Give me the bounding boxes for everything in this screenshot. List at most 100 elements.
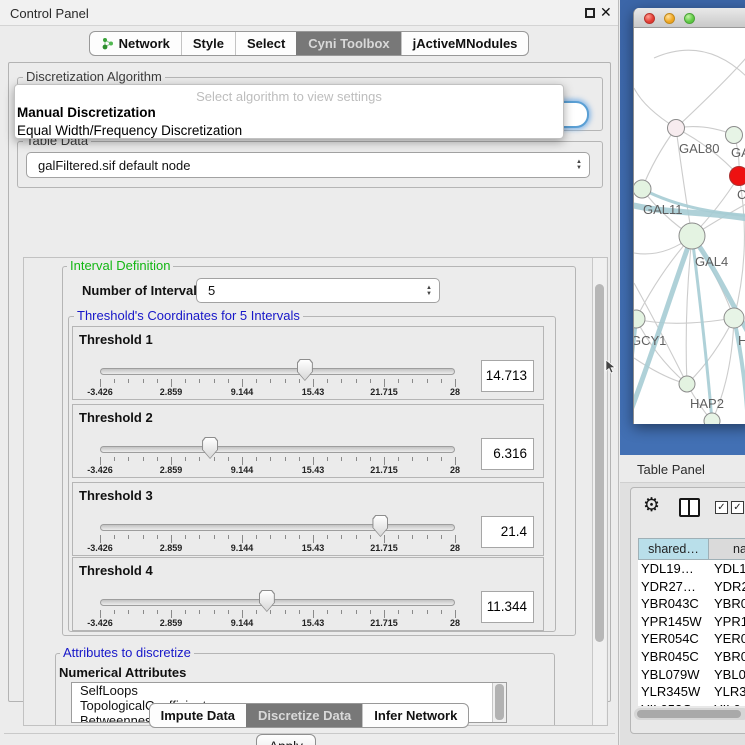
- tab-network[interactable]: Network: [90, 32, 181, 55]
- network-node-hap2[interactable]: [679, 376, 695, 392]
- tick-label: 15.43: [291, 543, 335, 553]
- tab-label: Style: [193, 36, 224, 51]
- interval-definition-title: Interval Definition: [67, 259, 173, 272]
- network-node[interactable]: [704, 413, 720, 424]
- table-row[interactable]: YDR27…YDR2: [638, 578, 745, 596]
- horizontal-scrollbar[interactable]: [634, 708, 745, 720]
- tab-style[interactable]: Style: [181, 32, 235, 55]
- table-row[interactable]: YLR345WYLR3: [638, 683, 745, 701]
- slider-track[interactable]: [100, 446, 455, 453]
- tab-label: jActiveMNodules: [413, 36, 518, 51]
- network-node-h[interactable]: [724, 308, 744, 328]
- threshold-value-field[interactable]: 21.4: [481, 516, 534, 548]
- network-window-titlebar: [634, 8, 745, 28]
- threshold-panel-1: Threshold 1-3.4262.8599.14415.4321.71528…: [72, 326, 544, 400]
- tick-label: -3.426: [78, 465, 122, 475]
- tick-label: 9.144: [220, 465, 264, 475]
- dropdown-item-equal-width-frequency[interactable]: Equal Width/Frequency Discretization: [15, 122, 563, 140]
- table-panel: ⚙ ✓ ✓ shared… na YDL19…YDL1YDR27…YDR2YBR…: [630, 487, 745, 734]
- table-header-row: shared… na: [638, 538, 745, 560]
- cell-shared-name: YDL19…: [638, 560, 709, 578]
- split-columns-icon[interactable]: [679, 498, 700, 517]
- tick-label: 28: [433, 618, 477, 628]
- threshold-value-field[interactable]: 11.344: [481, 591, 534, 623]
- table-row[interactable]: YIL052CYIL0: [638, 701, 745, 706]
- table-row[interactable]: YER054CYER0: [638, 630, 745, 648]
- window-title: Control Panel: [10, 6, 89, 21]
- vertical-scrollbar[interactable]: [592, 258, 606, 725]
- dropdown-prompt: Select algorithm to view settings: [15, 85, 563, 104]
- float-window-icon[interactable]: [585, 8, 595, 18]
- cell-shared-name: YPR145W: [638, 613, 709, 631]
- slider-track[interactable]: [100, 599, 455, 606]
- table-row[interactable]: YDL19…YDL1: [638, 560, 745, 578]
- tab-select[interactable]: Select: [235, 32, 296, 55]
- threshold-panel-3: Threshold 3-3.4262.8599.14415.4321.71528…: [72, 482, 544, 556]
- apply-button[interactable]: Apply: [256, 734, 316, 745]
- tab-label: Impute Data: [161, 708, 235, 723]
- tick-label: 15.43: [291, 387, 335, 397]
- tab-label: Discretize Data: [258, 708, 351, 723]
- network-node-label: GCY1: [634, 333, 666, 348]
- column-header-name[interactable]: na: [709, 538, 745, 560]
- cell-shared-name: YDR27…: [638, 578, 709, 596]
- network-node-gal11[interactable]: [634, 180, 651, 198]
- table-row[interactable]: YPR145WYPR1: [638, 613, 745, 631]
- tick-label: 9.144: [220, 387, 264, 397]
- table-panel-title: Table Panel: [637, 462, 705, 477]
- checkbox-icon[interactable]: ✓: [715, 501, 728, 514]
- tab-jactivemnodules[interactable]: jActiveMNodules: [401, 32, 529, 55]
- table-row[interactable]: YBR045CYBR0: [638, 648, 745, 666]
- network-node-gal80[interactable]: [668, 120, 685, 137]
- table-panel-titlebar: Table Panel: [620, 455, 745, 483]
- slider-thumb[interactable]: [202, 437, 218, 459]
- dropdown-item-manual-discretization[interactable]: Manual Discretization: [15, 104, 563, 122]
- vertical-scrollbar-thumb[interactable]: [595, 284, 604, 642]
- number-of-intervals-value: 5: [197, 283, 423, 298]
- slider-thumb[interactable]: [297, 359, 313, 381]
- slider-thumb[interactable]: [372, 515, 388, 537]
- slider-tick-labels: -3.4262.8599.14415.4321.71528: [100, 465, 455, 476]
- tick-label: 9.144: [220, 618, 264, 628]
- column-header-shared-name[interactable]: shared…: [638, 538, 709, 560]
- network-icon: [101, 37, 114, 50]
- slider-track[interactable]: [100, 524, 455, 531]
- close-traffic-light-icon[interactable]: [644, 13, 655, 24]
- table-row[interactable]: YBR043CYBR0: [638, 595, 745, 613]
- close-icon[interactable]: ✕: [600, 4, 612, 21]
- gear-icon[interactable]: ⚙: [643, 496, 660, 515]
- number-of-intervals-combobox[interactable]: 5 ▲▼: [196, 278, 440, 303]
- network-node-gal4[interactable]: [679, 223, 705, 249]
- network-node-c[interactable]: [730, 167, 745, 186]
- threshold-value-field[interactable]: 6.316: [481, 438, 534, 470]
- tab-discretize-data[interactable]: Discretize Data: [246, 704, 362, 727]
- attribute-list-item[interactable]: SelfLoops: [72, 683, 492, 698]
- slider-track[interactable]: [100, 368, 455, 375]
- tab-impute-data[interactable]: Impute Data: [150, 704, 246, 727]
- slider-tick-labels: -3.4262.8599.14415.4321.71528: [100, 618, 455, 629]
- cell-name: YER0: [709, 630, 745, 648]
- horizontal-scrollbar-thumb[interactable]: [637, 710, 741, 718]
- number-of-intervals-label: Number of Intervals: [82, 283, 204, 298]
- tab-infer-network[interactable]: Infer Network: [362, 704, 468, 727]
- table-data-combobox[interactable]: galFiltered.sif default node ▲▼: [26, 152, 590, 178]
- minimize-traffic-light-icon[interactable]: [664, 13, 675, 24]
- attributes-title: Attributes to discretize: [60, 646, 194, 659]
- zoom-traffic-light-icon[interactable]: [684, 13, 695, 24]
- tick-label: -3.426: [78, 543, 122, 553]
- cell-name: YBR0: [709, 595, 745, 613]
- tab-cyni-toolbox[interactable]: Cyni Toolbox: [296, 32, 400, 55]
- network-graph-canvas[interactable]: GAL80GACGAL11GAL4GCY1HHAP2: [634, 28, 745, 424]
- tick-label: 9.144: [220, 543, 264, 553]
- settings-scroll-area: Interval Definition Number of Intervals …: [23, 257, 608, 726]
- checkbox-icon[interactable]: ✓: [731, 501, 744, 514]
- cell-shared-name: YBL079W: [638, 666, 709, 684]
- threshold-value-field[interactable]: 14.713: [481, 360, 534, 392]
- tick-label: 28: [433, 543, 477, 553]
- threshold-panel-4: Threshold 4-3.4262.8599.14415.4321.71528…: [72, 557, 544, 631]
- slider-thumb[interactable]: [259, 590, 275, 612]
- table-row[interactable]: YBL079WYBL0: [638, 666, 745, 684]
- tick-label: 21.715: [362, 543, 406, 553]
- network-node-label: GAL11: [643, 202, 683, 217]
- network-node-ga[interactable]: [726, 127, 743, 144]
